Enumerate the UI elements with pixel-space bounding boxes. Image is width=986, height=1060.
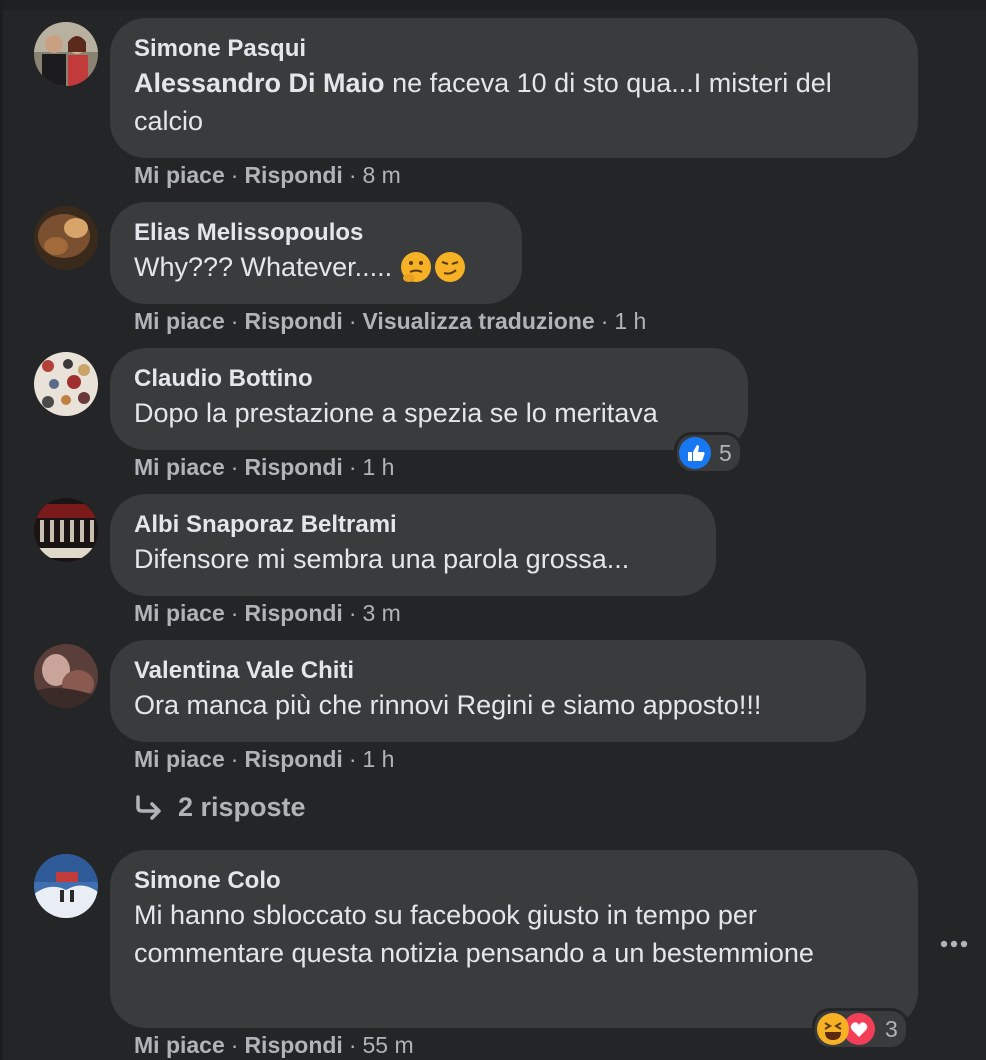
comment-text-row: Why??? Whatever..... — [134, 248, 498, 286]
like-link[interactable]: Mi piace — [134, 454, 225, 480]
like-reaction-icon — [679, 437, 711, 469]
avatar[interactable] — [34, 352, 98, 416]
comment-author[interactable]: Elias Melissopoulos — [134, 218, 498, 248]
comment-actions: Mi piace · Rispondi · Visualizza traduzione ·… — [134, 308, 647, 334]
comment-actions: Mi piace · Rispondi · 1 h — [134, 746, 395, 772]
comment-bubble: Simone Colo Mi hanno sbloccato su facebo… — [110, 850, 918, 1028]
like-link[interactable]: Mi piace — [134, 746, 225, 772]
comment-bubble: Claudio Bottino Dopo la prestazione a sp… — [110, 348, 748, 450]
avatar[interactable] — [34, 854, 98, 918]
avatar[interactable] — [34, 644, 98, 708]
comment-author[interactable]: Simone Pasqui — [134, 34, 894, 64]
avatar[interactable] — [34, 206, 98, 270]
timestamp[interactable]: 8 m — [363, 162, 401, 188]
view-replies-link[interactable]: 2 risposte — [134, 792, 306, 823]
like-link[interactable]: Mi piace — [134, 162, 225, 188]
avatar[interactable] — [34, 498, 98, 562]
comment-actions: Mi piace · Rispondi · 8 m — [134, 162, 401, 188]
comment-author[interactable]: Simone Colo — [134, 866, 894, 896]
comment-actions: Mi piace · Rispondi · 3 m — [134, 600, 401, 626]
comment-actions: Mi piace · Rispondi · 55 m — [134, 1032, 414, 1058]
reply-arrow-icon — [136, 794, 161, 820]
reply-link[interactable]: Rispondi — [244, 454, 342, 480]
reply-link[interactable]: Rispondi — [244, 308, 342, 334]
comment-text: Difensore mi sembra una parola grossa... — [134, 544, 630, 574]
top-divider — [0, 0, 986, 10]
timestamp[interactable]: 1 h — [363, 746, 395, 772]
reply-link[interactable]: Rispondi — [244, 1032, 342, 1058]
comment-text: Mi hanno sbloccato su facebook giusto in… — [134, 900, 814, 968]
reactions-summary[interactable]: 5 — [674, 432, 743, 474]
timestamp[interactable]: 1 h — [363, 454, 395, 480]
emoji-thinking-smirk-icon — [401, 252, 466, 282]
replies-label: 2 risposte — [178, 792, 306, 822]
reply-link[interactable]: Rispondi — [244, 600, 342, 626]
timestamp[interactable]: 55 m — [363, 1032, 414, 1058]
left-divider — [0, 0, 3, 1060]
timestamp[interactable]: 1 h — [614, 308, 646, 334]
comment-bubble: Valentina Vale Chiti Ora manca più che r… — [110, 640, 866, 742]
comment-text: Why??? Whatever..... — [134, 252, 393, 282]
haha-reaction-icon — [817, 1013, 849, 1045]
reply-link[interactable]: Rispondi — [244, 162, 342, 188]
reaction-count: 3 — [885, 1015, 898, 1042]
mention-link[interactable]: Alessandro Di Maio — [134, 68, 385, 98]
comment-author[interactable]: Claudio Bottino — [134, 364, 724, 394]
reply-link[interactable]: Rispondi — [244, 746, 342, 772]
timestamp[interactable]: 3 m — [363, 600, 401, 626]
comment-actions: Mi piace · Rispondi · 1 h — [134, 454, 395, 480]
like-link[interactable]: Mi piace — [134, 308, 225, 334]
more-horizontal-icon[interactable] — [940, 926, 968, 954]
reactions-summary[interactable]: 3 — [812, 1008, 909, 1050]
reaction-count: 5 — [719, 439, 732, 466]
avatar[interactable] — [34, 22, 98, 86]
like-link[interactable]: Mi piace — [134, 600, 225, 626]
translate-link[interactable]: Visualizza traduzione — [363, 308, 595, 334]
like-link[interactable]: Mi piace — [134, 1032, 225, 1058]
comment-author[interactable]: Valentina Vale Chiti — [134, 656, 842, 686]
comment-bubble: Simone Pasqui Alessandro Di Maio ne face… — [110, 18, 918, 158]
comment-text: Ora manca più che rinnovi Regini e siamo… — [134, 690, 762, 720]
comment-author[interactable]: Albi Snaporaz Beltrami — [134, 510, 692, 540]
comment-bubble: Albi Snaporaz Beltrami Difensore mi semb… — [110, 494, 716, 596]
comment-bubble: Elias Melissopoulos Why??? Whatever..... — [110, 202, 522, 304]
comment-text: Alessandro Di Maio ne faceva 10 di sto q… — [134, 64, 894, 140]
comment-text: Dopo la prestazione a spezia se lo merit… — [134, 398, 658, 428]
